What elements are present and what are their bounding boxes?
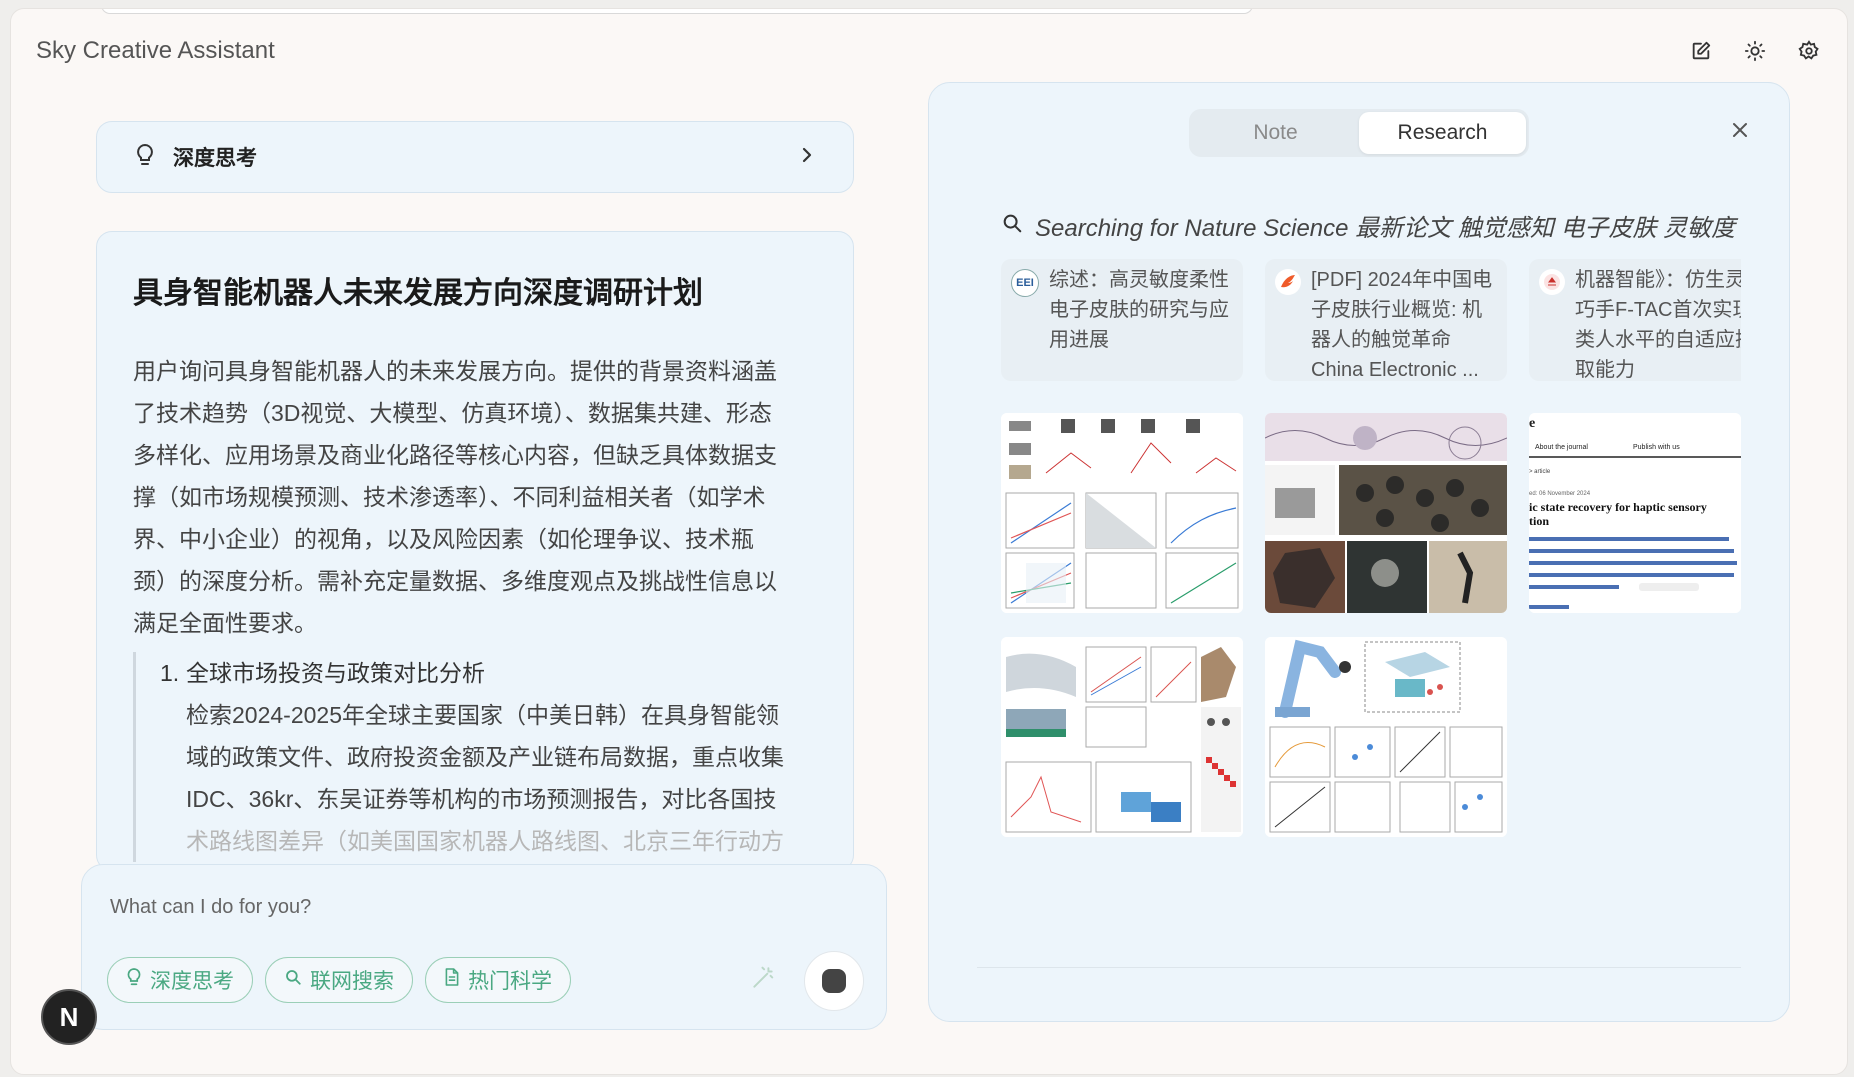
search-results: EEI 综述：高灵敏度柔性电子皮肤的研究与应用进展 [PDF] 2024年中国电…: [1001, 259, 1741, 381]
step-line: 术路线图差异（如美国国家机器人路线图、北京三年行动方: [186, 828, 784, 854]
search-result[interactable]: EEI 综述：高灵敏度柔性电子皮肤的研究与应用进展: [1001, 259, 1243, 381]
tab-research[interactable]: Research: [1359, 112, 1526, 154]
plan-step-title: 1. 全球市场投资与政策对比分析: [160, 652, 817, 694]
news-favicon: [1539, 269, 1565, 295]
web-search-chip[interactable]: 联网搜索: [265, 957, 413, 1003]
deep-thinking-card[interactable]: 深度思考: [96, 121, 854, 193]
deep-thinking-chip[interactable]: 深度思考: [107, 957, 253, 1003]
plan-step-detail: 检索2024-2025年全球主要国家（中美日韩）在具身智能领 域的政策文件、政府…: [160, 694, 817, 862]
image-result[interactable]: [1001, 637, 1243, 837]
hot-science-chip[interactable]: 热门科学: [425, 957, 571, 1003]
search-status: Searching for Nature Science 最新论文 触觉感知 电…: [1001, 205, 1741, 245]
composer: 深度思考 联网搜索 热门科学: [81, 864, 887, 1030]
research-panel: Note Research Searching for Nature Scien…: [928, 82, 1790, 1022]
user-avatar[interactable]: N: [41, 989, 97, 1045]
chip-label: 深度思考: [150, 970, 234, 993]
document-icon: [444, 967, 460, 993]
journal-date: ed: 06 November 2024: [1529, 491, 1591, 497]
stop-icon: [822, 969, 846, 993]
plan-steps: 1. 全球市场投资与政策对比分析 检索2024-2025年全球主要国家（中美日韩）…: [133, 652, 817, 862]
settings-icon[interactable]: [1795, 37, 1823, 65]
result-title: 综述：高灵敏度柔性电子皮肤的研究与应用进展: [1049, 269, 1229, 351]
chevron-right-icon[interactable]: [801, 146, 813, 169]
plan-description: 用户询问具身智能机器人的未来发展方向。提供的背景资料涵盖 了技术趋势（3D视觉、…: [133, 350, 817, 644]
edit-icon[interactable]: [1687, 37, 1715, 65]
app-title: Sky Creative Assistant: [36, 37, 275, 64]
plan-line: 满足全面性要求。: [133, 610, 317, 636]
journal-favicon: EEI: [1011, 269, 1039, 297]
panel-tabs: Note Research: [1189, 109, 1529, 157]
step-title: 全球市场投资与政策对比分析: [186, 660, 485, 686]
tab-note[interactable]: Note: [1192, 112, 1359, 154]
svg-text:ic state recovery for haptic s: ic state recovery for haptic sensory: [1529, 500, 1707, 514]
search-result[interactable]: [PDF] 2024年中国电子皮肤行业概览: 机器人的触觉革命 China El…: [1265, 259, 1507, 381]
image-result[interactable]: [1265, 637, 1507, 837]
header-toolbar: [1687, 37, 1823, 65]
material-stability-figure: [1001, 637, 1243, 837]
plan-line: 颈）的深度分析。需补充定量数据、多维度观点及挑战性信息以: [133, 568, 777, 594]
image-result[interactable]: [1265, 413, 1507, 613]
plan-line: 界、中小企业）的视角，以及风险因素（如伦理争议、技术瓶: [133, 526, 754, 552]
chip-label: 联网搜索: [310, 970, 394, 993]
robot-skin-photos: [1265, 413, 1507, 613]
top-handle: [101, 9, 1253, 14]
sensor-figure-charts: [1001, 413, 1243, 613]
step-line: IDC、36kr、东吴证券等机构的市场预测报告，对比各国技: [186, 786, 777, 812]
journal-nav-1: About the journal: [1535, 444, 1588, 451]
magic-wand-icon[interactable]: [750, 965, 776, 996]
svg-text:e: e: [1529, 416, 1535, 431]
lightbulb-icon: [126, 967, 142, 993]
plan-line: 多样化、应用场景及商业化路径等核心内容，但缺乏具体数据支: [133, 442, 777, 468]
report-favicon: [1275, 269, 1301, 295]
close-icon[interactable]: [1731, 121, 1749, 144]
svg-text:tion: tion: [1529, 514, 1549, 528]
lightbulb-icon: [135, 143, 155, 172]
prompt-input[interactable]: [108, 895, 712, 920]
result-title: [PDF] 2024年中国电子皮肤行业概览: 机器人的触觉革命 China El…: [1311, 269, 1493, 381]
composer-chips: 深度思考 联网搜索 热门科学: [107, 957, 571, 1003]
search-icon: [284, 968, 302, 992]
step-number: 1.: [160, 660, 180, 686]
image-result[interactable]: e About the journal Publish with us > ar…: [1529, 413, 1741, 613]
sun-icon[interactable]: [1741, 37, 1769, 65]
research-plan-card: 具身智能机器人未来发展方向深度调研计划 用户询问具身智能机器人的未来发展方向。提…: [96, 231, 854, 871]
search-query-text: Searching for Nature Science 最新论文 触觉感知 电…: [1035, 214, 1736, 242]
deep-thinking-label: 深度思考: [173, 147, 257, 170]
search-icon: [1001, 212, 1023, 239]
image-results: e About the journal Publish with us > ar…: [1001, 413, 1741, 973]
plan-line: 了技术趋势（3D视觉、大模型、仿真环境）、数据集共建、形态: [133, 400, 772, 426]
panel-divider: [977, 967, 1741, 968]
image-result[interactable]: [1001, 413, 1243, 613]
result-title: 机器智能》：仿生灵巧手F-TAC首次实现类人水平的自适应抓取能力: [1575, 269, 1741, 381]
journal-nav-2: Publish with us: [1633, 444, 1680, 451]
journal-article-page: e About the journal Publish with us > ar…: [1529, 413, 1741, 613]
search-result[interactable]: 机器智能》：仿生灵巧手F-TAC首次实现类人水平的自适应抓取能力: [1529, 259, 1741, 381]
plan-line: 用户询问具身智能机器人的未来发展方向。提供的背景资料涵盖: [133, 358, 777, 384]
robot-arm-figure: [1265, 637, 1507, 837]
step-line: 域的政策文件、政府投资金额及产业链布局数据，重点收集: [186, 744, 784, 770]
plan-line: 撑（如市场规模预测、技术渗透率）、不同利益相关者（如学术: [133, 484, 766, 510]
plan-title: 具身智能机器人未来发展方向深度调研计划: [133, 277, 703, 310]
svg-text:> article: > article: [1529, 469, 1551, 475]
step-line: 检索2024-2025年全球主要国家（中美日韩）在具身智能领: [186, 702, 779, 728]
chip-label: 热门科学: [468, 970, 552, 993]
app-window: Sky Creative Assistant 深度思考 具身智能机器人未来发展方…: [10, 8, 1848, 1075]
stop-button[interactable]: [804, 951, 864, 1011]
